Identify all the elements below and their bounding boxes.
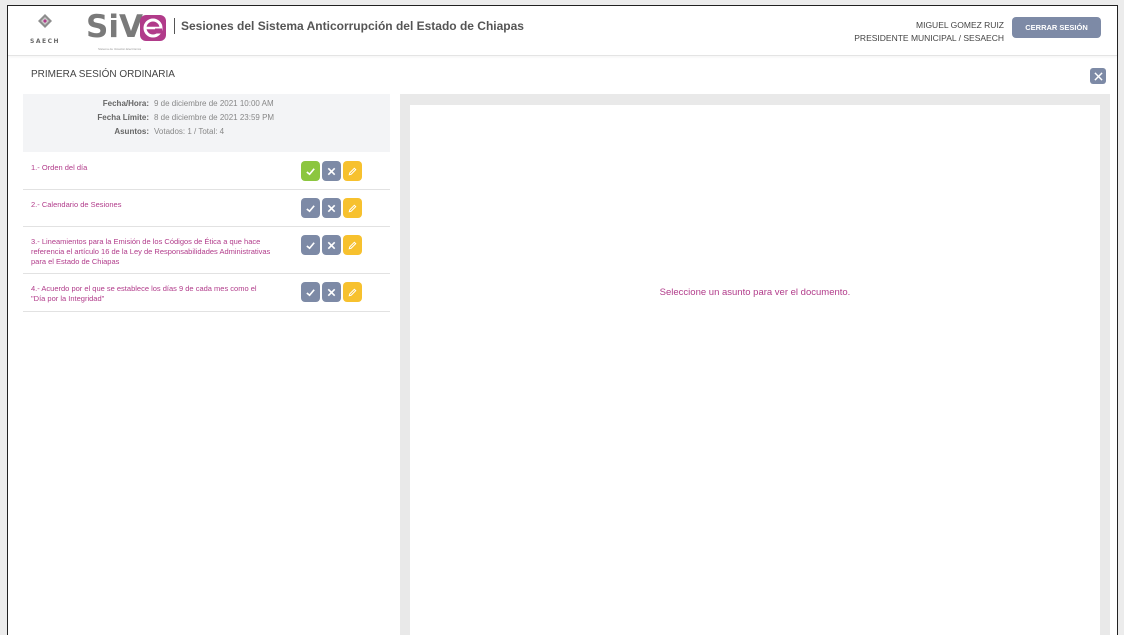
secretaria-logo-text: SAECH [30, 38, 60, 45]
approve-button[interactable] [301, 161, 320, 181]
sive-logo-text: SiV [86, 9, 143, 45]
info-label: Fecha/Hora: [102, 99, 149, 108]
topic-actions [301, 198, 362, 218]
close-icon [327, 167, 336, 175]
reject-button[interactable] [322, 161, 341, 181]
diamond-logo-icon [38, 14, 52, 28]
secretaria-logo: SAECH [30, 14, 60, 50]
info-value: Votados: 1 / Total: 4 [154, 127, 225, 136]
user-role: PRESIDENTE MUNICIPAL / SESAECH [854, 33, 1004, 43]
approve-button[interactable] [301, 235, 320, 255]
topic-item[interactable]: 3.- Lineamientos para la Emisión de los … [23, 227, 390, 274]
info-row-asuntos: Asuntos: Votados: 1 / Total: 4 [23, 127, 390, 140]
info-label: Asuntos: [114, 127, 149, 136]
info-row-fecha-hora: Fecha/Hora: 9 de diciembre de 2021 10:00… [23, 99, 390, 112]
close-icon [327, 204, 336, 212]
topic-item[interactable]: 2.- Calendario de Sesiones [23, 190, 390, 227]
close-icon [327, 241, 336, 249]
topic-label[interactable]: 2.- Calendario de Sesiones [31, 200, 271, 210]
session-title: PRIMERA SESIÓN ORDINARIA [31, 69, 175, 80]
header-divider [174, 18, 175, 34]
topic-actions [301, 282, 362, 302]
pencil-icon [348, 241, 357, 249]
info-value: 8 de diciembre de 2021 23:59 PM [154, 113, 275, 122]
topic-item[interactable]: 4.- Acuerdo por el que se establece los … [23, 274, 390, 312]
edit-button[interactable] [343, 198, 362, 218]
topic-label[interactable]: 4.- Acuerdo por el que se establece los … [31, 284, 271, 304]
edit-button[interactable] [343, 161, 362, 181]
check-icon [306, 204, 315, 212]
pencil-icon [348, 167, 357, 175]
edit-button[interactable] [343, 235, 362, 255]
info-value: 9 de diciembre de 2021 10:00 AM [154, 99, 274, 108]
check-icon [306, 241, 315, 249]
topic-label[interactable]: 1.- Orden del día [31, 163, 271, 173]
check-icon [306, 167, 315, 175]
edit-button[interactable] [343, 282, 362, 302]
check-icon [306, 288, 315, 296]
topic-actions [301, 161, 362, 181]
reject-button[interactable] [322, 282, 341, 302]
logout-button[interactable]: CERRAR SESIÓN [1012, 17, 1101, 38]
viewer-empty-message: Seleccione un asunto para ver el documen… [659, 287, 851, 298]
page-title: Sesiones del Sistema Anticorrupción del … [181, 19, 524, 33]
header: SAECH SiV Sistema de Votación Electrónic… [8, 6, 1117, 56]
document-viewer-content: Seleccione un asunto para ver el documen… [410, 105, 1100, 635]
user-name: MIGUEL GOMEZ RUIZ [916, 20, 1004, 30]
app-frame: SAECH SiV Sistema de Votación Electrónic… [7, 5, 1118, 635]
close-button[interactable] [1090, 68, 1106, 84]
close-icon [327, 288, 336, 296]
document-viewer: Seleccione un asunto para ver el documen… [400, 94, 1110, 635]
reject-button[interactable] [322, 235, 341, 255]
topic-item[interactable]: 1.- Orden del día [23, 153, 390, 190]
sive-logo-e-icon [140, 15, 166, 41]
topics-panel: Fecha/Hora: 9 de diciembre de 2021 10:00… [23, 94, 390, 635]
sive-logo-subtitle: Sistema de Votación Electrónica [98, 47, 142, 51]
topic-label[interactable]: 3.- Lineamientos para la Emisión de los … [31, 237, 271, 267]
session-info: Fecha/Hora: 9 de diciembre de 2021 10:00… [23, 94, 390, 152]
topic-actions [301, 235, 362, 255]
info-row-fecha-limite: Fecha Límite: 8 de diciembre de 2021 23:… [23, 113, 390, 126]
pencil-icon [348, 288, 357, 296]
approve-button[interactable] [301, 198, 320, 218]
sive-logo: SiV Sistema de Votación Electrónica [86, 9, 168, 51]
info-label: Fecha Límite: [97, 113, 149, 122]
close-icon [1093, 71, 1103, 81]
pencil-icon [348, 204, 357, 212]
approve-button[interactable] [301, 282, 320, 302]
reject-button[interactable] [322, 198, 341, 218]
